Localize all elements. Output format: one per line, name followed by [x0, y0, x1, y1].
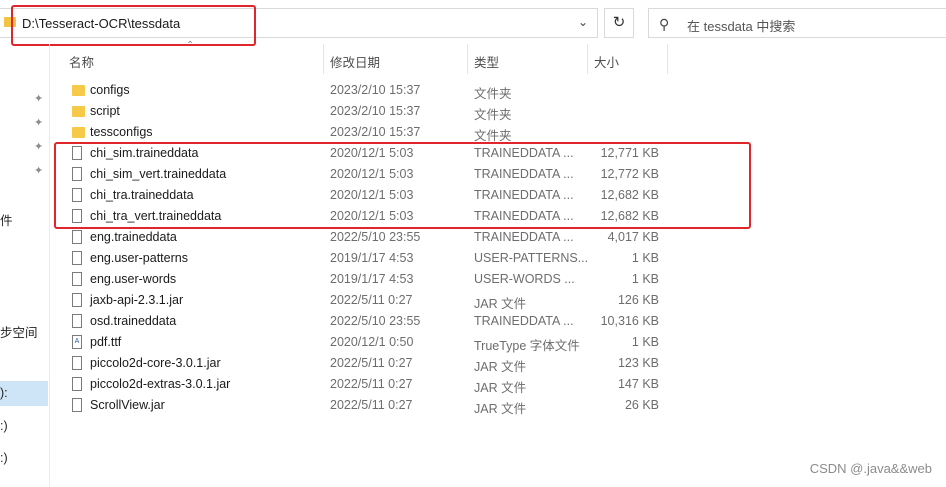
file-type: TRAINEDDATA ...: [474, 230, 574, 244]
file-row[interactable]: configs 2023/2/10 15:37 文件夹: [66, 80, 706, 101]
file-name: piccolo2d-extras-3.0.1.jar: [90, 377, 231, 391]
file-date: 2019/1/17 4:53: [330, 272, 414, 286]
watermark: CSDN @.java&&web: [809, 461, 932, 476]
column-divider[interactable]: [467, 44, 468, 74]
file-name: piccolo2d-core-3.0.1.jar: [90, 356, 221, 370]
search-icon: ⚲: [659, 16, 670, 32]
file-date: 2022/5/11 0:27: [330, 398, 413, 412]
file-icon: [72, 356, 82, 370]
font-file-icon: A: [72, 335, 82, 349]
file-name: jaxb-api-2.3.1.jar: [90, 293, 184, 307]
file-name: pdf.ttf: [90, 335, 122, 349]
nav-item-drive-f[interactable]: :): [0, 451, 8, 465]
file-type: JAR 文件: [474, 381, 527, 395]
pin-icon[interactable]: ✦: [34, 140, 43, 153]
files-highlight-box: [54, 142, 751, 229]
sort-up-icon: ⌃: [186, 40, 195, 51]
file-date: 2022/5/10 23:55: [330, 230, 421, 244]
file-icon: [72, 230, 82, 244]
nav-item-sync-space[interactable]: 步空间: [0, 322, 38, 341]
file-date: 2022/5/11 0:27: [330, 356, 413, 370]
nav-item-drive-d[interactable]: ):: [0, 386, 8, 400]
file-date: 2022/5/11 0:27: [330, 377, 413, 391]
file-icon: [72, 398, 82, 412]
refresh-icon: ↻: [612, 14, 626, 31]
file-type: 文件夹: [474, 87, 512, 101]
file-date: 2020/12/1 0:50: [330, 335, 414, 349]
file-row[interactable]: piccolo2d-extras-3.0.1.jar 2022/5/11 0:27…: [66, 374, 706, 395]
file-name: ScrollView.jar: [90, 398, 165, 412]
file-type: TRAINEDDATA ...: [474, 314, 574, 328]
file-date: 2023/2/10 15:37: [330, 125, 421, 139]
refresh-button[interactable]: ↻: [604, 8, 634, 38]
file-icon: [72, 251, 82, 265]
file-row[interactable]: eng.user-words 2019/1/17 4:53 USER-WORDS .…: [66, 269, 706, 290]
file-icon: [72, 272, 82, 286]
nav-item-drive-e[interactable]: :): [0, 419, 8, 433]
file-row[interactable]: script 2023/2/10 15:37 文件夹: [66, 101, 706, 122]
file-row[interactable]: eng.traineddata 2022/5/10 23:55 TRAINEDDAT…: [66, 227, 706, 248]
pin-icon[interactable]: ✦: [34, 92, 43, 105]
column-divider[interactable]: [323, 44, 324, 74]
file-type: JAR 文件: [474, 297, 527, 311]
file-size: 1 KB: [631, 251, 659, 265]
file-type: USER-WORDS ...: [474, 272, 575, 286]
file-row[interactable]: osd.traineddata 2022/5/10 23:55 TRAINEDDAT…: [66, 311, 706, 332]
address-highlight-box: [11, 5, 256, 46]
file-date: 2023/2/10 15:37: [330, 83, 421, 97]
column-header-date[interactable]: 修改日期: [330, 52, 380, 71]
file-row[interactable]: eng.user-patterns 2019/1/17 4:53 USER-PATT…: [66, 248, 706, 269]
column-divider[interactable]: [667, 44, 668, 74]
file-name: configs: [90, 83, 130, 97]
file-date: 2022/5/11 0:27: [330, 293, 413, 307]
file-row[interactable]: Apdf.ttf 2020/12/1 0:50 TrueType 字体文件 1 KB: [66, 332, 706, 353]
folder-icon: [72, 106, 85, 117]
file-type: JAR 文件: [474, 402, 527, 416]
file-type: TrueType 字体文件: [474, 339, 580, 353]
pin-icon[interactable]: ✦: [34, 164, 43, 177]
file-size: 10,316 KB: [600, 314, 659, 328]
file-name: tessconfigs: [90, 125, 153, 139]
folder-icon: [72, 127, 85, 138]
file-row[interactable]: jaxb-api-2.3.1.jar 2022/5/11 0:27 JAR 文件 12…: [66, 290, 706, 311]
file-type: JAR 文件: [474, 360, 527, 374]
file-date: 2019/1/17 4:53: [330, 251, 414, 265]
file-name: script: [90, 104, 120, 118]
file-size: 126 KB: [617, 293, 659, 307]
file-size: 123 KB: [617, 356, 659, 370]
column-header-size[interactable]: 大小: [594, 52, 619, 71]
file-name: eng.user-patterns: [90, 251, 188, 265]
file-row[interactable]: piccolo2d-core-3.0.1.jar 2022/5/11 0:27 JA…: [66, 353, 706, 374]
pin-icon[interactable]: ✦: [34, 116, 43, 129]
file-size: 4,017 KB: [607, 230, 659, 244]
file-size: 1 KB: [631, 335, 659, 349]
file-size: 1 KB: [631, 272, 659, 286]
nav-item-files[interactable]: 件: [0, 210, 13, 229]
column-divider[interactable]: [587, 44, 588, 74]
column-header-type[interactable]: 类型: [474, 52, 499, 71]
file-size: 147 KB: [617, 377, 659, 391]
file-icon: [72, 293, 82, 307]
file-type: 文件夹: [474, 108, 512, 122]
search-placeholder: 在 tessdata 中搜索: [687, 19, 796, 34]
file-type: USER-PATTERNS...: [474, 251, 589, 265]
search-box[interactable]: ⚲ 在 tessdata 中搜索: [648, 8, 946, 38]
column-header-name[interactable]: 名称: [69, 52, 94, 71]
file-row[interactable]: tessconfigs 2023/2/10 15:37 文件夹: [66, 122, 706, 143]
file-name: eng.user-words: [90, 272, 177, 286]
nav-divider: [49, 44, 50, 487]
folder-icon: [72, 85, 85, 96]
file-date: 2023/2/10 15:37: [330, 104, 421, 118]
file-row[interactable]: ScrollView.jar 2022/5/11 0:27 JAR 文件 26 KB: [66, 395, 706, 416]
file-date: 2022/5/10 23:55: [330, 314, 421, 328]
file-name: osd.traineddata: [90, 314, 177, 328]
file-icon: [72, 314, 82, 328]
file-size: 26 KB: [624, 398, 659, 412]
file-icon: [72, 377, 82, 391]
chevron-down-icon[interactable]: ⌄: [578, 15, 588, 29]
file-name: eng.traineddata: [90, 230, 177, 244]
